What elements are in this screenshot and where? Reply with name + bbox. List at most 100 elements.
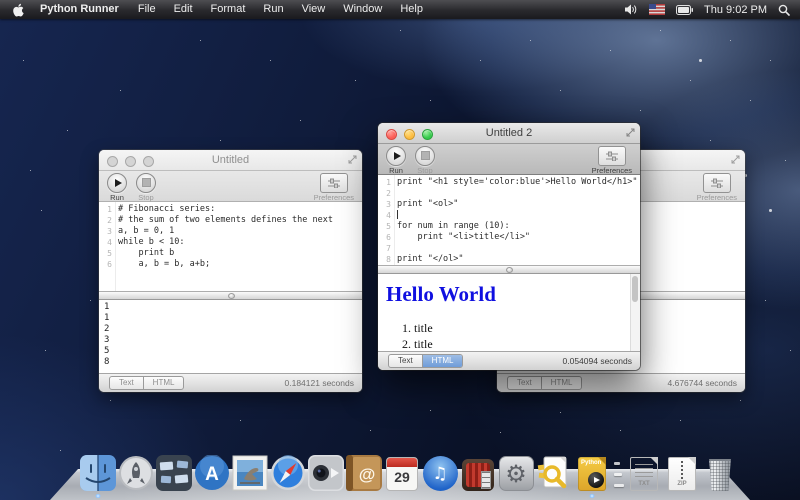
code-editor[interactable]: 1 print "<h1 style='color:blue'>Hello Wo… — [378, 175, 640, 265]
file-search-icon[interactable] — [536, 453, 572, 491]
output-mode-tabs: Text HTML — [109, 376, 184, 390]
tab-html[interactable]: HTML — [143, 377, 184, 389]
us-flag-icon[interactable] — [649, 4, 665, 15]
window-untitled[interactable]: Untitled Run Stop Preferences 1 # F — [99, 150, 362, 392]
code-line[interactable]: 7 — [378, 243, 640, 254]
code-line[interactable]: 2 # the sum of two elements defines the … — [99, 215, 362, 226]
launchpad-icon[interactable] — [118, 453, 154, 491]
splitter-handle[interactable] — [378, 265, 640, 274]
minimize-button[interactable] — [404, 129, 415, 140]
menu-item[interactable]: Help — [391, 0, 432, 19]
bottom-bar: Text HTML 4.676744 seconds — [497, 373, 745, 392]
close-button[interactable] — [107, 156, 118, 167]
finder-icon[interactable] — [80, 453, 116, 491]
preferences-button[interactable]: Preferences — [697, 173, 737, 202]
mission-control-icon[interactable] — [156, 453, 192, 491]
txt-file-icon[interactable]: TXT — [626, 453, 662, 491]
folded-corner — [650, 457, 658, 465]
ical-icon[interactable]: 29 — [384, 453, 420, 491]
preferences-button[interactable]: Preferences — [592, 146, 632, 175]
scrollbar[interactable] — [630, 274, 640, 351]
menu-app-name[interactable]: Python Runner — [30, 0, 129, 19]
python-runner-icon[interactable]: Python — [574, 453, 610, 491]
menu-clock[interactable]: Thu 9:02 PM — [704, 4, 767, 16]
code-line[interactable]: 1 # Fibonacci series: — [99, 204, 362, 215]
title-bar[interactable]: Untitled — [99, 150, 362, 171]
spotlight-icon[interactable] — [778, 4, 790, 16]
preferences-button[interactable]: Preferences — [314, 173, 354, 202]
zip-label: ZIP — [669, 481, 695, 487]
address-book-icon[interactable]: @ — [346, 453, 382, 491]
code-line[interactable]: 6 a, b = b, a+b; — [99, 259, 362, 270]
traffic-lights — [386, 129, 433, 140]
stop-button[interactable]: Stop — [136, 173, 156, 202]
html-output-area[interactable]: Hello World titletitletitletitletitletit… — [378, 274, 640, 351]
menu-item[interactable]: File — [129, 0, 165, 19]
zip-file-icon[interactable]: ZIP — [664, 453, 700, 491]
run-time-status: 0.054094 seconds — [563, 356, 632, 366]
code-line[interactable]: 4 while b < 10: — [99, 237, 362, 248]
calendar-header — [387, 458, 417, 467]
play-icon — [115, 179, 122, 187]
code-line[interactable]: 4 — [378, 210, 640, 221]
app-store-icon[interactable]: A — [194, 453, 230, 491]
title-bar[interactable]: Untitled 2 — [378, 123, 640, 144]
tab-text[interactable]: Text — [389, 355, 422, 367]
play-badge-icon — [588, 472, 604, 488]
code-line[interactable]: 3 a, b = 0, 1 — [99, 226, 362, 237]
resize-icon[interactable] — [626, 128, 635, 140]
safari-icon[interactable] — [270, 453, 306, 491]
zoom-button[interactable] — [143, 156, 154, 167]
output-line: 8 — [104, 357, 357, 368]
code-line[interactable]: 1 print "<h1 style='color:blue'>Hello Wo… — [378, 177, 640, 188]
zipper — [681, 460, 683, 479]
txt-label: TXT — [631, 481, 657, 487]
code-line[interactable]: 5 print b — [99, 248, 362, 259]
menu-item[interactable]: Format — [202, 0, 255, 19]
zoom-button[interactable] — [422, 129, 433, 140]
toolbar: Run Stop Preferences — [99, 171, 362, 202]
run-button[interactable]: Run — [386, 146, 406, 175]
close-button[interactable] — [386, 129, 397, 140]
output-mode-tabs: Text HTML — [507, 376, 582, 390]
splitter-handle[interactable] — [99, 291, 362, 300]
code-line[interactable]: 2 — [378, 188, 640, 199]
code-line[interactable]: 8 print "</ol>" — [378, 254, 640, 265]
menu-item[interactable]: Run — [254, 0, 292, 19]
facetime-icon[interactable] — [308, 453, 344, 491]
resize-icon[interactable] — [731, 155, 740, 167]
code-editor[interactable]: 1 # Fibonacci series: 2 # the sum of two… — [99, 202, 362, 291]
line-number: 6 — [99, 259, 115, 270]
line-number: 1 — [378, 177, 394, 188]
resize-icon[interactable] — [348, 155, 357, 167]
line-number: 4 — [99, 237, 115, 248]
battery-icon[interactable] — [676, 5, 693, 15]
run-button[interactable]: Run — [107, 173, 127, 202]
code-line[interactable]: 5 for num in range (10): — [378, 221, 640, 232]
tab-html[interactable]: HTML — [422, 355, 463, 367]
menu-item[interactable]: Window — [334, 0, 391, 19]
code-line[interactable]: 3 print "<ol>" — [378, 199, 640, 210]
itunes-icon[interactable]: ♫ — [422, 453, 458, 491]
line-number: 6 — [378, 232, 394, 243]
list-item: title — [414, 321, 640, 337]
photo-booth-icon[interactable] — [460, 453, 496, 491]
run-time-status: 0.184121 seconds — [285, 378, 354, 388]
tab-text[interactable]: Text — [110, 377, 143, 389]
output-area[interactable]: 112358 — [99, 300, 362, 373]
stop-button[interactable]: Stop — [415, 146, 435, 175]
volume-icon[interactable] — [625, 4, 638, 15]
code-line[interactable]: 6 print "<li>title</li>" — [378, 232, 640, 243]
system-preferences-icon[interactable]: ⚙ — [498, 453, 534, 491]
line-number: 5 — [99, 248, 115, 259]
minimize-button[interactable] — [125, 156, 136, 167]
menu-item[interactable]: View — [293, 0, 335, 19]
tab-html[interactable]: HTML — [541, 377, 582, 389]
rendered-heading: Hello World — [386, 282, 640, 307]
mail-icon[interactable] — [232, 453, 268, 491]
tab-text[interactable]: Text — [508, 377, 541, 389]
trash-icon[interactable] — [702, 453, 738, 491]
menu-item[interactable]: Edit — [165, 0, 202, 19]
apple-menu-icon[interactable] — [0, 3, 30, 17]
window-untitled-2[interactable]: Untitled 2 Run Stop Preferences 1 p — [378, 123, 640, 370]
